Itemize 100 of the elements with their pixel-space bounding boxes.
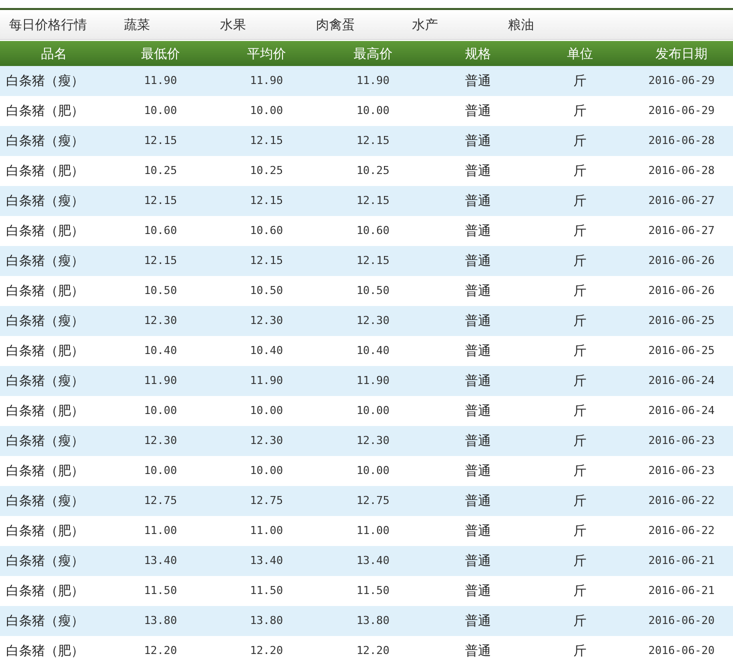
table-cell: 2016-06-20: [630, 606, 733, 636]
column-header: 发布日期: [630, 41, 733, 66]
table-cell: 12.75: [108, 486, 213, 516]
table-cell: 10.00: [108, 96, 213, 126]
table-cell: 斤: [530, 456, 630, 486]
table-cell: 斤: [530, 276, 630, 306]
table-cell: 斤: [530, 486, 630, 516]
table-cell: 12.15: [108, 246, 213, 276]
table-cell: 斤: [530, 336, 630, 366]
table-cell: 12.75: [320, 486, 426, 516]
table-cell: 白条猪（瘦）: [0, 126, 108, 156]
table-cell: 白条猪（肥）: [0, 336, 108, 366]
table-cell: 12.30: [108, 306, 213, 336]
category-tab[interactable]: 水果: [220, 14, 316, 34]
table-cell: 白条猪（肥）: [0, 516, 108, 546]
table-cell: 10.00: [213, 396, 320, 426]
table-cell: 12.15: [320, 246, 426, 276]
table-cell: 10.00: [108, 396, 213, 426]
table-cell: 13.80: [213, 606, 320, 636]
table-cell: 12.30: [320, 426, 426, 456]
table-cell: 10.60: [320, 216, 426, 246]
section-title-link[interactable]: 每日价格行情: [9, 14, 114, 34]
table-cell: 12.20: [213, 636, 320, 666]
table-cell: 白条猪（肥）: [0, 276, 108, 306]
column-header: 单位: [530, 41, 630, 66]
table-cell: 13.80: [108, 606, 213, 636]
table-cell: 10.50: [213, 276, 320, 306]
table-cell: 斤: [530, 306, 630, 336]
table-cell: 2016-06-29: [630, 66, 733, 96]
table-cell: 白条猪（瘦）: [0, 366, 108, 396]
table-cell: 11.50: [213, 576, 320, 606]
category-tab[interactable]: 肉禽蛋: [316, 14, 412, 34]
table-cell: 2016-06-26: [630, 246, 733, 276]
table-cell: 2016-06-23: [630, 456, 733, 486]
table-cell: 11.90: [320, 66, 426, 96]
table-cell: 13.40: [213, 546, 320, 576]
table-cell: 10.40: [213, 336, 320, 366]
table-cell: 白条猪（肥）: [0, 396, 108, 426]
table-cell: 2016-06-28: [630, 156, 733, 186]
table-cell: 12.30: [108, 426, 213, 456]
table-cell: 普通: [426, 246, 530, 276]
table-cell: 普通: [426, 126, 530, 156]
table-cell: 白条猪（瘦）: [0, 486, 108, 516]
table-cell: 2016-06-21: [630, 546, 733, 576]
table-cell: 11.90: [320, 366, 426, 396]
table-cell: 2016-06-27: [630, 186, 733, 216]
table-cell: 11.00: [213, 516, 320, 546]
table-cell: 2016-06-21: [630, 576, 733, 606]
table-cell: 12.15: [213, 126, 320, 156]
table-cell: 11.90: [108, 66, 213, 96]
table-cell: 普通: [426, 516, 530, 546]
table-cell: 白条猪（肥）: [0, 96, 108, 126]
table-cell: 12.15: [213, 186, 320, 216]
category-tab[interactable]: 粮油: [508, 14, 604, 34]
table-cell: 白条猪（瘦）: [0, 306, 108, 336]
category-tab[interactable]: 水产: [412, 14, 508, 34]
table-cell: 白条猪（瘦）: [0, 66, 108, 96]
table-cell: 普通: [426, 366, 530, 396]
table-cell: 12.30: [213, 426, 320, 456]
table-cell: 10.60: [213, 216, 320, 246]
table-cell: 12.30: [213, 306, 320, 336]
table-cell: 2016-06-22: [630, 486, 733, 516]
table-cell: 10.00: [320, 396, 426, 426]
table-cell: 普通: [426, 576, 530, 606]
table-cell: 普通: [426, 216, 530, 246]
table-cell: 普通: [426, 306, 530, 336]
table-cell: 2016-06-29: [630, 96, 733, 126]
table-cell: 普通: [426, 186, 530, 216]
table-cell: 12.15: [320, 126, 426, 156]
table-cell: 普通: [426, 396, 530, 426]
table-cell: 白条猪（肥）: [0, 456, 108, 486]
table-cell: 普通: [426, 546, 530, 576]
table-cell: 白条猪（肥）: [0, 216, 108, 246]
table-cell: 斤: [530, 636, 630, 666]
table-cell: 斤: [530, 426, 630, 456]
table-cell: 12.15: [108, 126, 213, 156]
table-cell: 10.00: [320, 456, 426, 486]
table-cell: 普通: [426, 156, 530, 186]
table-cell: 10.00: [213, 456, 320, 486]
table-cell: 11.90: [213, 366, 320, 396]
category-tab[interactable]: 蔬菜: [124, 14, 220, 34]
column-header: 品名: [0, 41, 108, 66]
table-cell: 10.25: [213, 156, 320, 186]
table-cell: 12.15: [213, 246, 320, 276]
table-cell: 普通: [426, 636, 530, 666]
table-cell: 2016-06-25: [630, 306, 733, 336]
table-cell: 10.00: [213, 96, 320, 126]
table-cell: 白条猪（瘦）: [0, 426, 108, 456]
table-cell: 白条猪（瘦）: [0, 546, 108, 576]
table-cell: 11.00: [108, 516, 213, 546]
column-header: 最低价: [108, 41, 213, 66]
table-cell: 12.20: [108, 636, 213, 666]
table-cell: 普通: [426, 276, 530, 306]
table-cell: 普通: [426, 336, 530, 366]
table-cell: 13.40: [320, 546, 426, 576]
table-cell: 斤: [530, 606, 630, 636]
table-cell: 白条猪（肥）: [0, 636, 108, 666]
table-cell: 10.25: [320, 156, 426, 186]
table-cell: 普通: [426, 486, 530, 516]
table-cell: 10.50: [108, 276, 213, 306]
